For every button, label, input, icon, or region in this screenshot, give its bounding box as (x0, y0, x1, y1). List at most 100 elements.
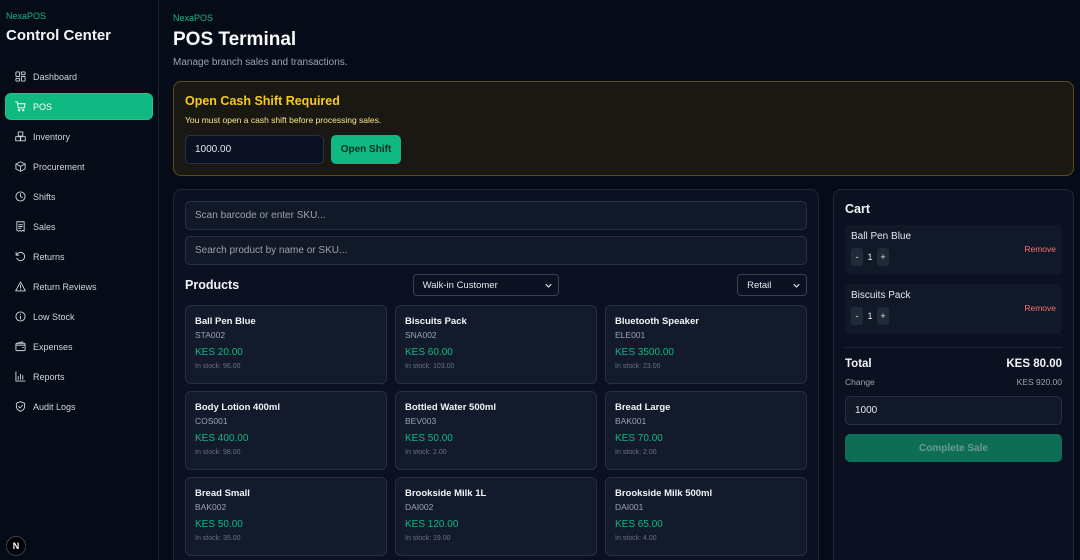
product-stock: In stock: 19.00 (405, 535, 451, 542)
decrease-qty-button[interactable]: - (851, 307, 863, 325)
product-sku: DAI001 (615, 502, 644, 512)
product-name: Bread Large (615, 402, 671, 413)
cart-items: Ball Pen Blue -1 + Remove Biscuits Pack -1 + Re… (845, 225, 1062, 334)
sidebar-item-shifts[interactable]: Shifts (6, 184, 152, 209)
sidebar-item-label: POS (33, 101, 53, 112)
sidebar-item-label: Return Reviews (33, 281, 97, 292)
sidebar-item-label: Audit Logs (33, 401, 76, 412)
product-stock: In stock: 23.00 (615, 363, 661, 370)
product-stock: In stock: 35.00 (195, 535, 241, 542)
customer-select[interactable]: Walk-in Customer (412, 274, 560, 296)
total-row: Total KES 80.00 (845, 358, 1062, 370)
receipt-icon (16, 221, 25, 232)
change-value: KES 920.00 (1016, 377, 1062, 387)
sidebar-item-expenses[interactable]: Expenses (6, 334, 152, 359)
product-card[interactable]: Ball Pen Blue STA002 KES 20.00 In stock: 96… (185, 305, 387, 384)
product-sku: BAK002 (195, 502, 227, 512)
products-title: Products (185, 278, 240, 292)
product-stock: In stock: 4.00 (615, 535, 657, 542)
product-card[interactable]: Bottled Water 500ml BEV003 KES 50.00 In sto… (395, 391, 597, 470)
sidebar-item-label: Sales (33, 221, 56, 232)
cart-panel: Cart Ball Pen Blue -1 + Remove Biscuits Pack… (833, 189, 1074, 560)
customer-select-value: Walk-in Customer (422, 279, 498, 291)
product-name: Body Lotion 400ml (195, 402, 280, 413)
wallet-icon (15, 341, 26, 352)
product-card[interactable]: Brookside Milk 500ml DAI001 KES 65.00 In st… (605, 477, 807, 556)
app-logo[interactable]: N (6, 536, 26, 556)
product-name: Brookside Milk 500ml (615, 488, 713, 499)
complete-sale-button[interactable]: Complete Sale (845, 434, 1062, 462)
product-sku: ELE001 (615, 330, 646, 340)
product-stock: In stock: 103.00 (405, 363, 455, 370)
total-label: Total (845, 358, 872, 370)
cart-divider (845, 347, 1062, 348)
product-sku: COS001 (195, 416, 228, 426)
products-header: Products Walk-in Customer Retail (185, 274, 807, 296)
sidebar-title: Control Center (6, 27, 111, 44)
barcode-input[interactable]: Scan barcode or enter SKU... (185, 201, 807, 230)
product-sku: STA002 (195, 330, 226, 340)
sidebar-item-label: Returns (33, 251, 65, 262)
chevron-down-icon (545, 283, 553, 288)
product-name: Brookside Milk 1L (405, 488, 487, 499)
sidebar-item-sales[interactable]: Sales (6, 214, 152, 239)
remove-item-button[interactable]: Remove (1024, 244, 1056, 254)
cart-title: Cart (845, 202, 871, 216)
product-card[interactable]: Body Lotion 400ml COS001 KES 400.00 In stoc… (185, 391, 387, 470)
sidebar-item-label: Low Stock (33, 311, 75, 322)
sidebar-item-label: Shifts (33, 191, 56, 202)
open-shift-button[interactable]: Open Shift (331, 135, 401, 164)
cart-item-qty: 1 (867, 252, 873, 262)
product-card[interactable]: Brookside Milk 1L DAI002 KES 120.00 In stoc… (395, 477, 597, 556)
product-card[interactable]: Bread Small BAK002 KES 50.00 In stock: 35.0… (185, 477, 387, 556)
sidebar-item-reports[interactable]: Reports (6, 364, 152, 389)
sidebar-item-audit-logs[interactable]: Audit Logs (6, 394, 152, 419)
product-price: KES 70.00 (615, 433, 663, 444)
product-card[interactable]: Bread Large BAK001 KES 70.00 In stock: 2.00 (605, 391, 807, 470)
sidebar-item-return-reviews[interactable]: Return Reviews (6, 274, 152, 299)
page-title: POS Terminal (173, 29, 297, 50)
chart-icon (15, 371, 26, 382)
product-price: KES 3500.00 (615, 347, 674, 358)
opening-cash-input[interactable]: 1000.00 (185, 135, 324, 164)
cart-item: Biscuits Pack -1 + Remove (845, 284, 1062, 334)
product-sku: BAK001 (615, 416, 647, 426)
product-card[interactable]: Bluetooth Speaker ELE001 KES 3500.00 In sto… (605, 305, 807, 384)
sidebar-item-pos[interactable]: POS (6, 94, 152, 119)
product-search-input[interactable]: Search product by name or SKU... (185, 236, 807, 265)
shield-icon (15, 401, 26, 412)
sidebar-item-low-stock[interactable]: Low Stock (6, 304, 152, 329)
sidebar-item-procurement[interactable]: Procurement (6, 154, 152, 179)
product-stock: In stock: 2.00 (405, 449, 447, 456)
alert-icon (15, 281, 26, 292)
amount-paid-input[interactable]: 1000 (845, 396, 1062, 425)
product-price: KES 400.00 (195, 433, 249, 444)
dashboard-icon (15, 71, 26, 82)
increase-qty-button[interactable]: + (877, 307, 889, 325)
price-tier-value: Retail (747, 279, 772, 291)
increase-qty-button[interactable]: + (877, 248, 889, 266)
product-name: Ball Pen Blue (195, 316, 256, 327)
pos-workspace: Scan barcode or enter SKU... Search prod… (173, 189, 1074, 560)
info-icon (15, 311, 26, 322)
page-subtitle: Manage branch sales and transactions. (173, 57, 348, 68)
sidebar-item-label: Procurement (33, 161, 85, 172)
cart-item-name: Ball Pen Blue (851, 231, 912, 242)
change-label: Change (845, 377, 875, 387)
sidebar-item-dashboard[interactable]: Dashboard (6, 64, 152, 89)
product-card[interactable]: Biscuits Pack SNA002 KES 60.00 In stock: 10… (395, 305, 597, 384)
price-tier-select[interactable]: Retail (737, 274, 807, 296)
undo-icon (15, 251, 26, 262)
remove-item-button[interactable]: Remove (1024, 303, 1056, 313)
products-panel: Scan barcode or enter SKU... Search prod… (173, 189, 819, 560)
product-price: KES 65.00 (615, 519, 663, 530)
cart-item-name: Biscuits Pack (851, 290, 911, 301)
sidebar-item-label: Inventory (33, 131, 71, 142)
product-stock: In stock: 98.00 (195, 449, 241, 456)
breadcrumb[interactable]: NexaPOS (173, 13, 1074, 23)
decrease-qty-button[interactable]: - (851, 248, 863, 266)
product-name: Bread Small (195, 488, 250, 499)
sidebar-item-inventory[interactable]: Inventory (6, 124, 152, 149)
sidebar-item-returns[interactable]: Returns (6, 244, 152, 269)
package-icon (15, 161, 26, 172)
